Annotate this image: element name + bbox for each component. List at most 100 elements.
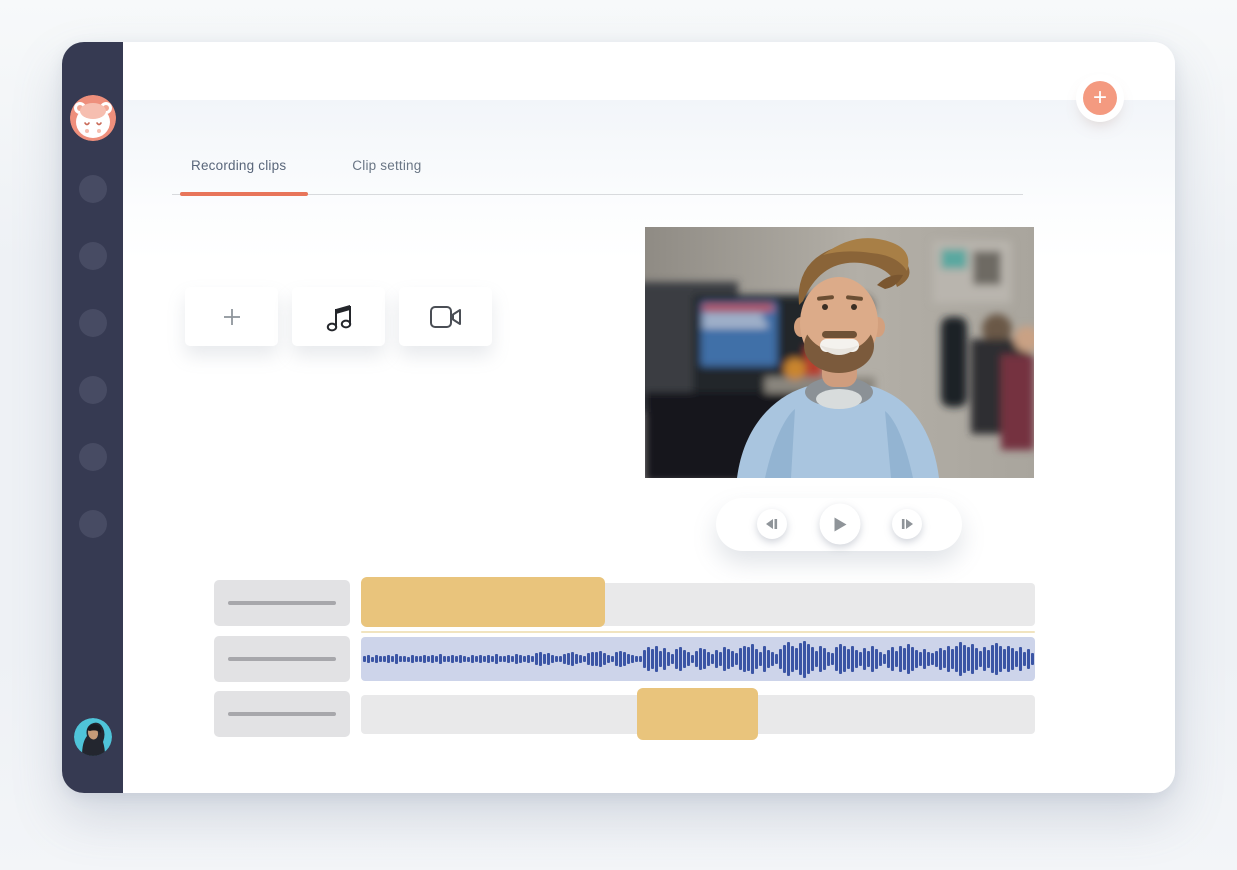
- waveform-bar: [1015, 651, 1018, 668]
- waveform-bar: [515, 654, 518, 665]
- video-preview[interactable]: [645, 227, 1034, 478]
- waveform-bar: [571, 652, 574, 666]
- waveform-bar: [695, 651, 698, 668]
- waveform-bar: [707, 652, 710, 665]
- sidebar: [62, 42, 123, 793]
- plus-icon: [221, 306, 243, 328]
- waveform-bar: [715, 650, 718, 668]
- waveform-bar: [387, 655, 390, 662]
- waveform-bar: [847, 649, 850, 669]
- waveform-bar: [843, 646, 846, 671]
- waveform-bar: [511, 656, 514, 662]
- sidebar-nav: [62, 175, 123, 577]
- waveform-bar: [979, 651, 982, 668]
- waveform-bar: [1023, 652, 1026, 667]
- sidebar-item-6[interactable]: [79, 510, 107, 538]
- waveform-bar: [775, 654, 778, 664]
- sidebar-item-1[interactable]: [79, 175, 107, 203]
- sidebar-item-2[interactable]: [79, 242, 107, 270]
- step-backward-button[interactable]: [757, 509, 787, 539]
- play-button[interactable]: [820, 504, 861, 545]
- track-1-clip[interactable]: [361, 577, 605, 627]
- sidebar-item-3[interactable]: [79, 309, 107, 337]
- waveform-bar: [691, 655, 694, 663]
- waveform-bar: [479, 655, 482, 662]
- waveform-bar: [883, 654, 886, 664]
- tab-recording-clips[interactable]: Recording clips: [191, 158, 286, 173]
- waveform-bar: [939, 648, 942, 670]
- waveform-bar: [499, 656, 502, 661]
- waveform-bar: [851, 646, 854, 673]
- waveform-bar: [619, 651, 622, 667]
- track-3-clip[interactable]: [637, 688, 758, 740]
- music-note-icon: [324, 301, 354, 333]
- waveform-bar: [627, 654, 630, 664]
- waveform-bar: [931, 653, 934, 665]
- waveform-bar: [467, 657, 470, 662]
- waveform-bar: [623, 652, 626, 666]
- waveform-bar: [807, 644, 810, 674]
- add-video-button[interactable]: [399, 287, 492, 346]
- waveform-bar: [959, 642, 962, 676]
- track-3-label[interactable]: [214, 691, 350, 737]
- step-forward-icon: [899, 517, 915, 531]
- sidebar-item-5[interactable]: [79, 443, 107, 471]
- drag-handle-icon: [228, 657, 336, 661]
- waveform-bar: [719, 652, 722, 667]
- waveform-bar: [995, 643, 998, 675]
- waveform-bar: [363, 656, 366, 662]
- waveform-bar: [403, 656, 406, 663]
- user-avatar-photo: [74, 718, 112, 756]
- waveform-bar: [1027, 649, 1030, 669]
- waveform-bar: [859, 652, 862, 665]
- waveform-bar: [747, 647, 750, 670]
- step-forward-button[interactable]: [892, 509, 922, 539]
- tab-bar: Recording clips Clip setting: [172, 158, 1023, 198]
- waveform-bar: [871, 646, 874, 671]
- track-2-audio-clip[interactable]: [361, 637, 1035, 681]
- waveform-bar: [787, 642, 790, 676]
- waveform-bar: [539, 652, 542, 665]
- waveform-bar: [1011, 648, 1014, 670]
- waveform-bar: [895, 651, 898, 668]
- drag-handle-icon: [228, 601, 336, 605]
- waveform-bar: [491, 656, 494, 662]
- waveform-bar: [751, 644, 754, 674]
- add-button[interactable]: +: [1083, 81, 1117, 115]
- waveform-bar: [1007, 646, 1010, 673]
- add-audio-button[interactable]: [292, 287, 385, 346]
- track-1-label[interactable]: [214, 580, 350, 626]
- waveform-bar: [379, 656, 382, 662]
- track-2-label[interactable]: [214, 636, 350, 682]
- waveform-bar: [411, 655, 414, 663]
- waveform-bar: [523, 656, 526, 662]
- waveform-bar: [471, 655, 474, 664]
- waveform-bar: [919, 652, 922, 665]
- active-tab-underline: [180, 192, 308, 196]
- waveform-bar: [591, 652, 594, 667]
- user-avatar[interactable]: [74, 718, 112, 756]
- waveform-bar: [999, 646, 1002, 671]
- waveform-bar: [667, 652, 670, 667]
- playback-controls: [716, 498, 962, 551]
- sidebar-item-4[interactable]: [79, 376, 107, 404]
- waveform-bar: [899, 646, 902, 673]
- waveform-bar: [743, 646, 746, 673]
- waveform-bar: [419, 656, 422, 662]
- app-logo[interactable]: [70, 95, 116, 141]
- waveform-bar: [679, 647, 682, 670]
- add-clip-button[interactable]: [185, 287, 278, 346]
- waveform-bar: [487, 655, 490, 663]
- waveform-bar: [835, 647, 838, 670]
- waveform-bar: [907, 644, 910, 674]
- waveform-bar: [475, 656, 478, 662]
- waveform-bar: [771, 652, 774, 665]
- waveform-bar: [391, 656, 394, 662]
- tab-clip-setting[interactable]: Clip setting: [352, 158, 421, 173]
- waveform-bar: [547, 653, 550, 666]
- waveform-bar: [567, 653, 570, 665]
- waveform-bar: [531, 656, 534, 662]
- waveform-bar: [431, 655, 434, 662]
- app-window: + Recording clips Clip setting: [62, 42, 1175, 793]
- waveform-bar: [643, 650, 646, 668]
